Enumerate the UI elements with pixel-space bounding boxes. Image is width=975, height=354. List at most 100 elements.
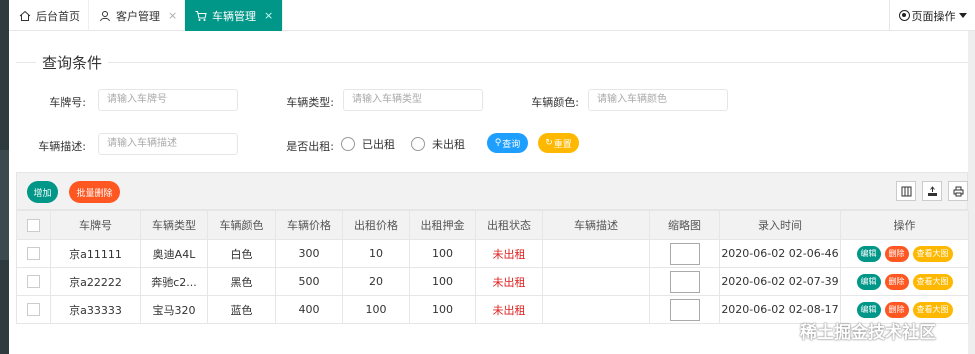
cell-desc	[542, 295, 650, 324]
cell-thumb	[649, 267, 720, 296]
column-header[interactable]: 车辆价格	[275, 210, 343, 240]
close-icon[interactable]: ×	[264, 9, 273, 22]
cell-time: 2020-06-02 02-06-46	[719, 239, 841, 268]
color-input[interactable]: 请输入车辆颜色	[588, 89, 728, 111]
cell-type: 宝马320	[140, 295, 208, 324]
desc-input[interactable]: 请输入车辆描述	[98, 133, 238, 155]
scrollbar[interactable]	[968, 31, 975, 354]
cell-deposit: 100	[409, 295, 476, 324]
column-header[interactable]: 操作	[840, 210, 969, 240]
cell-rent: 20	[342, 267, 410, 296]
column-header[interactable]: 出租价格	[342, 210, 410, 240]
tab-bar: 后台首页 客户管理 × 车辆管理 × 页面操作	[9, 0, 975, 31]
search-icon: ⚲	[494, 138, 502, 148]
broken-image-icon[interactable]	[669, 298, 700, 321]
tab-customer[interactable]: 客户管理 ×	[89, 0, 185, 31]
tab-label: 后台首页	[36, 9, 80, 23]
broken-image-icon[interactable]	[669, 270, 700, 293]
delete-button[interactable]: 删除	[884, 245, 909, 262]
table-row[interactable]: 京a22222 奔驰c2... 黑色 500 20 100 未出租 2020-0…	[16, 267, 969, 296]
add-button[interactable]: 增加	[27, 181, 58, 203]
left-sidebar-edge	[0, 0, 9, 354]
cell-time: 2020-06-02 02-07-39	[719, 267, 841, 296]
view-image-button[interactable]: 查看大图	[912, 245, 953, 262]
cell-rent: 10	[342, 239, 410, 268]
tab-label: 车辆管理	[212, 9, 256, 23]
cell-color: 白色	[207, 239, 276, 268]
view-image-button[interactable]: 查看大图	[912, 273, 953, 290]
cell-ops: 编辑 删除 查看大图	[840, 267, 969, 296]
watermark: 稀土掘金技术社区	[800, 323, 936, 343]
cell-plate: 京a11111	[50, 239, 141, 268]
table-toolbar: 增加 批量删除	[16, 172, 968, 210]
cell-thumb	[649, 239, 720, 268]
table-row[interactable]: 京a11111 奥迪A4L 白色 300 10 100 未出租 2020-06-…	[16, 239, 969, 268]
column-header[interactable]: 出租状态	[475, 210, 543, 240]
batch-delete-button[interactable]: 批量删除	[69, 181, 120, 203]
page-operations-menu[interactable]: 页面操作	[889, 0, 975, 31]
row-select-cell	[16, 267, 51, 296]
row-select-cell	[16, 295, 51, 324]
radio-circle	[341, 137, 355, 151]
cell-deposit: 100	[409, 267, 476, 296]
plate-input[interactable]: 请输入车牌号	[98, 89, 238, 111]
cell-status: 未出租	[475, 295, 543, 324]
broken-image-icon[interactable]	[669, 242, 700, 265]
cell-color: 黑色	[207, 267, 276, 296]
cell-rent: 100	[342, 295, 410, 324]
cart-icon	[195, 10, 207, 22]
type-label: 车辆类型:	[286, 96, 334, 109]
column-header[interactable]: 车牌号	[50, 210, 141, 240]
export-icon[interactable]	[922, 181, 942, 201]
search-button-label: 查询	[502, 139, 521, 150]
print-icon[interactable]	[948, 181, 968, 201]
edit-button[interactable]: 编辑	[856, 245, 881, 262]
radio-rented[interactable]: 已出租	[341, 136, 395, 152]
close-icon[interactable]: ×	[168, 9, 177, 22]
plate-label: 车牌号:	[49, 96, 86, 109]
cell-deposit: 100	[409, 239, 476, 268]
cell-thumb	[649, 295, 720, 324]
desc-label: 车辆描述:	[38, 140, 86, 153]
edit-button[interactable]: 编辑	[856, 273, 881, 290]
query-fieldset	[16, 62, 968, 63]
query-legend: 查询条件	[36, 52, 109, 73]
cell-status: 未出租	[475, 239, 543, 268]
color-label: 车辆颜色:	[531, 96, 579, 109]
page-operations-label: 页面操作	[911, 9, 956, 23]
cell-status: 未出租	[475, 267, 543, 296]
home-icon	[19, 10, 31, 22]
select-all-checkbox[interactable]	[27, 218, 40, 232]
cell-plate: 京a22222	[50, 267, 141, 296]
cell-type: 奥迪A4L	[140, 239, 208, 268]
column-header[interactable]: 录入时间	[719, 210, 841, 240]
columns-filter-icon[interactable]	[896, 181, 916, 201]
column-header[interactable]: 车辆描述	[542, 210, 650, 240]
column-header[interactable]: 车辆类型	[140, 210, 208, 240]
cell-plate: 京a33333	[50, 295, 141, 324]
radio-unrented[interactable]: 未出租	[411, 136, 465, 152]
edit-button[interactable]: 编辑	[856, 301, 881, 318]
delete-button[interactable]: 删除	[884, 301, 909, 318]
delete-button[interactable]: 删除	[884, 273, 909, 290]
refresh-icon: ↻	[545, 138, 553, 148]
cell-desc	[542, 267, 650, 296]
cell-price: 400	[275, 295, 343, 324]
view-image-button[interactable]: 查看大图	[912, 301, 953, 318]
search-button[interactable]: ⚲ 查询	[487, 133, 528, 153]
row-select-cell	[16, 239, 51, 268]
tab-vehicle[interactable]: 车辆管理 ×	[185, 0, 283, 31]
radio-rented-label: 已出租	[362, 138, 395, 151]
target-icon	[898, 10, 910, 21]
column-header[interactable]: 缩略图	[649, 210, 720, 240]
column-header[interactable]: 出租押金	[409, 210, 476, 240]
row-checkbox[interactable]	[27, 247, 40, 261]
caret-down-icon	[958, 13, 967, 18]
tab-home[interactable]: 后台首页	[9, 0, 89, 31]
row-checkbox[interactable]	[27, 275, 40, 289]
column-header[interactable]: 车辆颜色	[207, 210, 276, 240]
reset-button[interactable]: ↻ 重置	[538, 133, 579, 153]
cell-price: 300	[275, 239, 343, 268]
row-checkbox[interactable]	[27, 303, 40, 317]
type-input[interactable]: 请输入车辆类型	[343, 89, 483, 111]
